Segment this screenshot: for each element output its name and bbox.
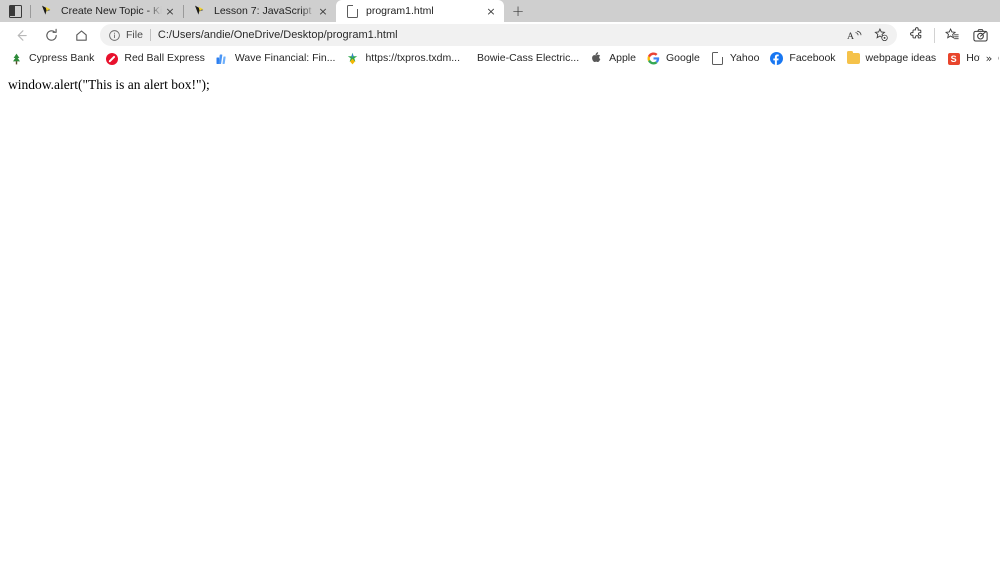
sitepoint-icon: S — [947, 52, 960, 65]
bookmark-label: Bowie-Cass Electric... — [477, 52, 580, 64]
tab-close-button[interactable]: × — [315, 3, 331, 19]
browser-window: Create New Topic - Killersites For × Les… — [0, 0, 1000, 575]
back-button[interactable] — [6, 23, 36, 47]
cursor-arrow-icon — [40, 4, 54, 18]
bookmark-label: Google — [665, 52, 700, 64]
red-ball-icon — [105, 52, 118, 65]
bookmark-yahoo[interactable]: Yahoo — [707, 49, 767, 68]
cursor-arrow-icon — [193, 4, 207, 18]
apple-icon — [590, 52, 603, 65]
bookmarks-bar: Cypress Bank Red Ball Express Wave Finan… — [0, 48, 1000, 69]
folder-icon — [846, 51, 860, 65]
bookmark-google[interactable]: Google — [643, 49, 707, 68]
bookmark-wave-financial[interactable]: Wave Financial: Fin... — [212, 49, 343, 68]
tab-create-new-topic[interactable]: Create New Topic - Killersites For × — [31, 0, 183, 22]
bookmark-label: https://txpros.txdm... — [365, 52, 460, 64]
refresh-button[interactable] — [36, 23, 66, 47]
url-scheme-label: File — [126, 29, 143, 41]
bookmark-bowie-cass-electric[interactable]: Bowie-Cass Electric... — [467, 49, 586, 68]
bookmark-webpage-ideas-folder[interactable]: webpage ideas — [843, 49, 944, 68]
favorites-star-icon[interactable] — [938, 23, 966, 47]
bookmark-cypress-bank[interactable]: Cypress Bank — [6, 49, 101, 68]
svg-text:A: A — [847, 31, 854, 42]
puzzle-piece-icon[interactable] — [903, 23, 931, 47]
tab-program1-html[interactable]: program1.html × — [336, 0, 504, 22]
tab-title: program1.html — [366, 5, 434, 17]
tab-close-button[interactable]: × — [162, 3, 178, 19]
google-icon — [647, 52, 660, 65]
tab-title: Create New Topic - Killersites For — [61, 5, 162, 17]
bookmark-label: Apple — [609, 52, 636, 64]
home-button[interactable] — [66, 23, 96, 47]
bookmark-label: Facebook — [789, 52, 836, 64]
page-content-area: window.alert("This is an alert box!"); — [0, 69, 1000, 575]
bookmark-facebook[interactable]: Facebook — [766, 49, 842, 68]
bookmark-red-ball-express[interactable]: Red Ball Express — [101, 49, 212, 68]
browser-toolbar-actions — [903, 23, 994, 47]
file-document-icon — [345, 4, 359, 18]
tab-lesson-7-javascript[interactable]: Lesson 7: JavaScript Programmin × — [184, 0, 336, 22]
tree-icon — [10, 52, 23, 65]
bookmark-label: Red Ball Express — [124, 52, 205, 64]
wave-bars-icon — [216, 52, 229, 65]
star-person-icon — [346, 52, 359, 65]
address-divider — [149, 29, 151, 41]
tab-actions-button[interactable] — [0, 0, 30, 22]
tab-close-button[interactable]: × — [483, 3, 499, 19]
bookmark-label: Cypress Bank — [29, 52, 95, 64]
tab-title: Lesson 7: JavaScript Programmin — [214, 5, 315, 17]
bookmark-txpros[interactable]: https://txpros.txdm... — [342, 49, 467, 68]
new-tab-button[interactable]: + — [504, 0, 532, 22]
bookmark-label: Wave Financial: Fin... — [234, 52, 336, 64]
url-text[interactable]: C:/Users/andie/OneDrive/Desktop/program1… — [158, 29, 843, 41]
toolbar-divider — [934, 27, 935, 43]
favorite-add-icon[interactable] — [869, 25, 893, 45]
page-body-text: window.alert("This is an alert box!"); — [8, 77, 210, 92]
document-icon — [711, 51, 724, 65]
tab-strip-empty-area — [532, 0, 1000, 22]
vertical-tabs-icon — [8, 4, 22, 18]
bookmark-label: Yahoo — [729, 52, 760, 64]
address-bar[interactable]: File C:/Users/andie/OneDrive/Desktop/pro… — [100, 24, 897, 46]
bookmark-apple[interactable]: Apple — [586, 49, 643, 68]
tab-strip: Create New Topic - Killersites For × Les… — [0, 0, 1000, 22]
read-aloud-icon[interactable]: A — [843, 25, 867, 45]
info-circle-icon[interactable] — [108, 29, 121, 42]
bookmark-label: webpage ideas — [865, 52, 937, 64]
address-bar-actions: A — [843, 25, 893, 45]
facebook-icon — [770, 52, 784, 65]
screenshot-camera-icon[interactable] — [966, 23, 994, 47]
navigation-toolbar: File C:/Users/andie/OneDrive/Desktop/pro… — [0, 22, 1000, 48]
bookmarks-overflow-button[interactable]: » — [980, 48, 998, 69]
